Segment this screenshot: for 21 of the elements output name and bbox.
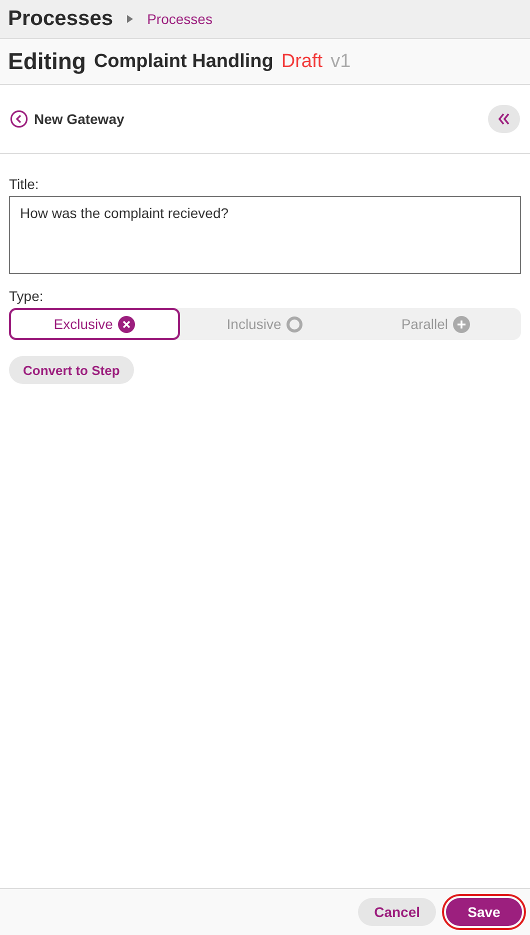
convert-button[interactable]: Convert to Step	[9, 356, 134, 384]
plus-circle-icon	[453, 316, 470, 332]
page-title: Processes	[8, 7, 114, 31]
type-option[interactable]: Exclusive	[9, 308, 180, 340]
status-label: Draft	[281, 50, 323, 72]
panel-title: New Gateway	[34, 111, 124, 127]
version-label: v1	[330, 50, 351, 72]
breadcrumb-link[interactable]: Processes	[147, 11, 212, 27]
x-circle-icon	[118, 316, 135, 332]
field-label: Title:	[9, 176, 40, 192]
caret-icon	[127, 15, 134, 23]
process-name: Complaint Handling	[94, 50, 274, 72]
back-icon[interactable]	[10, 110, 28, 128]
double-chevron-icon	[497, 112, 511, 126]
ring-icon	[286, 316, 304, 332]
field-label: Type:	[9, 288, 44, 304]
title-field[interactable]: How was the complaint recieved?	[9, 196, 521, 274]
editing-label: Editing	[8, 48, 86, 75]
collapse-button[interactable]	[488, 105, 520, 133]
cancel-button[interactable]: Cancel	[358, 898, 436, 926]
save-button[interactable]: Save	[446, 898, 522, 926]
